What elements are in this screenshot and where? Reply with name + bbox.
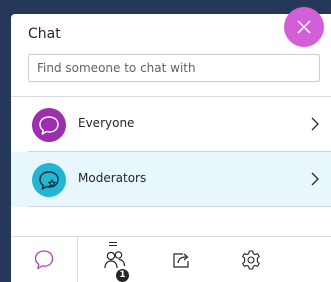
row-divider [28,206,331,207]
panel-title: Chat [28,26,61,42]
moderator-chat-icon [39,171,59,190]
close-button[interactable] [284,7,324,47]
share-icon [173,253,189,268]
chat-row-label: Everyone [78,116,135,130]
tab-chat[interactable] [11,237,78,282]
tab-share-content[interactable] [151,237,211,282]
chat-row-moderators[interactable]: Moderators [11,152,331,207]
chat-bubble-icon [39,116,59,135]
chevron-right-icon [311,117,319,131]
chat-panel: Chat Everyone Moderators [11,14,331,282]
moderators-avatar [32,163,66,197]
chat-icon [34,250,54,270]
everyone-avatar [32,108,66,142]
chat-row-everyone[interactable]: Everyone [11,97,331,152]
tab-settings[interactable] [221,237,281,282]
close-icon [297,20,311,34]
search-input[interactable] [28,54,320,82]
bottom-toolbar: 1 [11,236,331,282]
attendee-count-badge: 1 [116,269,129,282]
gear-icon [242,250,260,270]
tab-attendees[interactable] [85,237,145,282]
chevron-right-icon [311,172,319,186]
chat-row-label: Moderators [78,171,147,185]
